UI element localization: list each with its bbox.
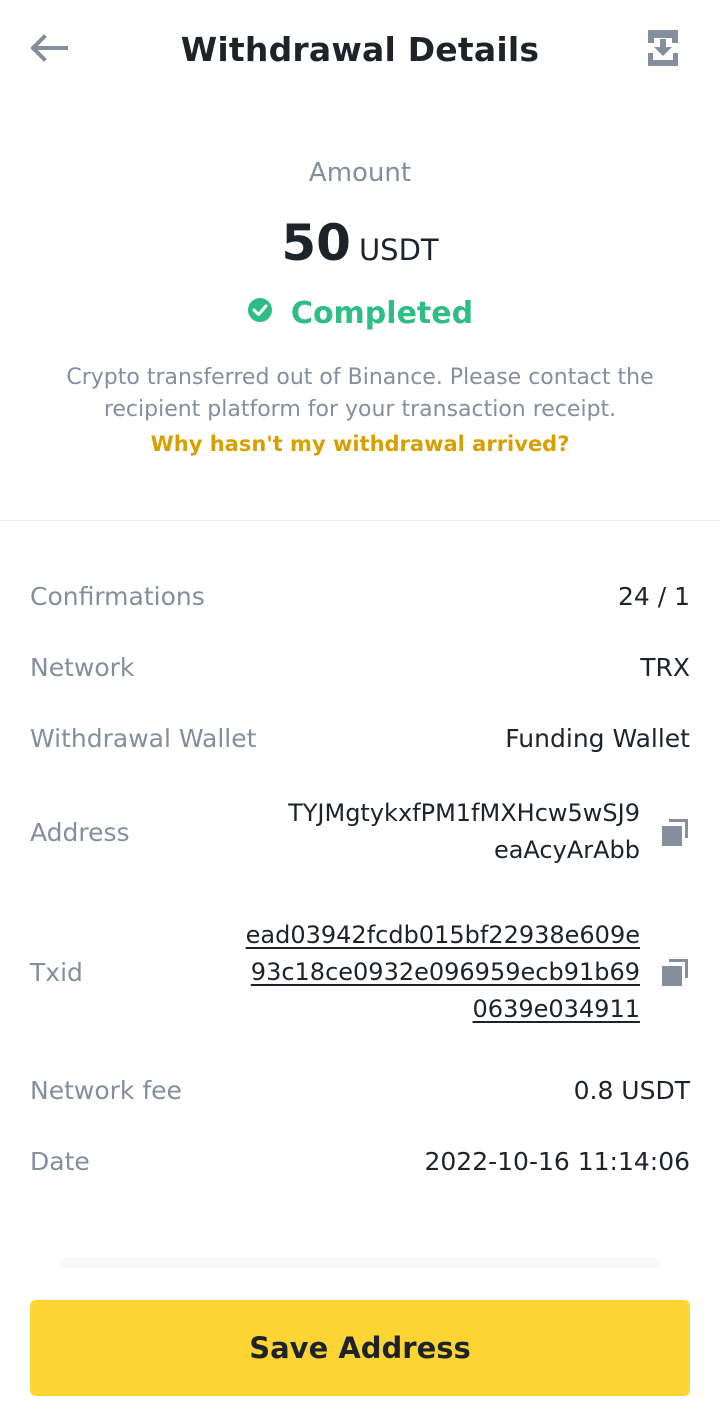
txid-link[interactable]: ead03942fcdb015bf22938e609e 93c18ce0932e… [246, 917, 640, 1028]
network-value: TRX [640, 653, 690, 682]
network-row: Network TRX [30, 653, 690, 682]
txid-line: ead03942fcdb015bf22938e609e [245, 920, 640, 949]
header: Withdrawal Details [0, 0, 720, 100]
confirmations-value: 24 / 1 [617, 582, 690, 611]
txid-line: 0639e034911 [472, 994, 640, 1023]
fee-row: Network fee 0.8 USDT [30, 1076, 690, 1105]
divider [0, 520, 720, 521]
wallet-label: Withdrawal Wallet [30, 724, 257, 753]
address-line: eaAcyArAbb [493, 836, 640, 864]
check-circle-icon [247, 297, 272, 322]
date-row: Date 2022-10-16 11:14:06 [30, 1147, 690, 1176]
txid-row: Txid ead03942fcdb015bf22938e609e 93c18ce… [30, 916, 690, 1028]
amount-display: 50 USDT [0, 214, 720, 272]
txid-value: ead03942fcdb015bf22938e609e 93c18ce0932e… [246, 917, 690, 1028]
network-label: Network [30, 653, 135, 682]
scroll-fade [62, 1258, 658, 1268]
help-link[interactable]: Why hasn't my withdrawal arrived? [0, 432, 720, 456]
save-address-button[interactable]: Save Address [30, 1300, 690, 1396]
status-badge: Completed [0, 296, 720, 331]
amount-label: Amount [308, 158, 412, 188]
download-button[interactable] [640, 26, 686, 70]
copy-txid-icon[interactable] [660, 957, 690, 987]
download-icon [648, 30, 678, 66]
status-text: Completed [290, 296, 474, 331]
date-label: Date [30, 1147, 90, 1176]
address-value: TYJMgtykxfPM1fMXHcw5wSJ9 eaAcyArAbb [288, 795, 690, 869]
date-value: 2022-10-16 11:14:06 [424, 1147, 690, 1176]
amount-unit: USDT [358, 233, 439, 267]
address-line: TYJMgtykxfPM1fMXHcw5wSJ9 [288, 799, 640, 827]
copy-address-icon[interactable] [660, 817, 690, 847]
info-text: Crypto transferred out of Binance. Pleas… [66, 365, 654, 422]
fee-label: Network fee [30, 1076, 182, 1105]
confirmations-row: Confirmations 24 / 1 [30, 582, 690, 611]
wallet-value: Funding Wallet [505, 724, 690, 753]
amount-value: 50 [281, 214, 351, 272]
fee-value: 0.8 USDT [573, 1076, 690, 1105]
txid-line: 93c18ce0932e096959ecb91b69 [250, 957, 640, 986]
address-row: Address TYJMgtykxfPM1fMXHcw5wSJ9 eaAcyAr… [30, 794, 690, 870]
txid-label: Txid [30, 957, 83, 987]
page-title: Withdrawal Details [180, 30, 540, 69]
address-label: Address [30, 817, 130, 847]
confirmations-label: Confirmations [30, 582, 205, 611]
wallet-row: Withdrawal Wallet Funding Wallet [30, 724, 690, 753]
